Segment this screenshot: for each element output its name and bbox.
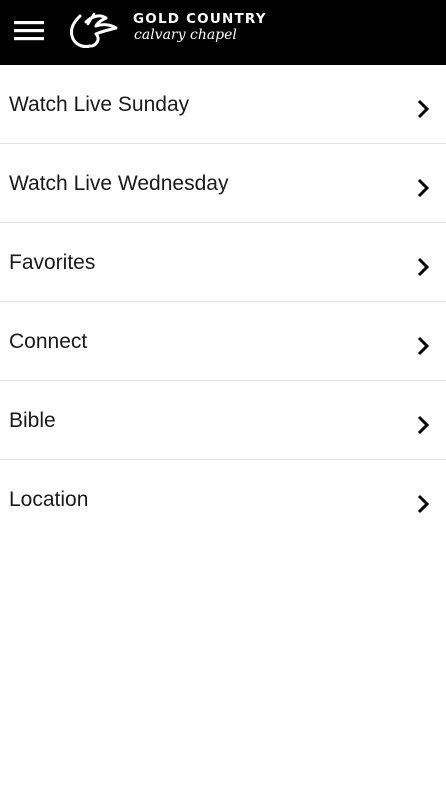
menu-item-label: Location xyxy=(9,488,89,511)
chevron-right-icon xyxy=(416,336,430,356)
chevron-right-icon xyxy=(416,494,430,514)
brand-name: GOLD COUNTRY xyxy=(133,11,267,27)
main-menu-list: Watch Live Sunday Watch Live Wednesday F… xyxy=(0,65,446,539)
menu-item-watch-live-wednesday[interactable]: Watch Live Wednesday xyxy=(0,144,446,223)
dove-icon xyxy=(70,12,118,48)
menu-item-label: Favorites xyxy=(9,251,96,274)
menu-button[interactable] xyxy=(12,18,48,46)
chevron-right-icon xyxy=(416,178,430,198)
menu-item-label: Connect xyxy=(9,330,88,353)
chevron-right-icon xyxy=(416,415,430,435)
menu-item-location[interactable]: Location xyxy=(0,460,446,539)
brand-logo[interactable]: GOLD COUNTRY calvary chapel xyxy=(68,10,328,54)
menu-item-favorites[interactable]: Favorites xyxy=(0,223,446,302)
menu-item-bible[interactable]: Bible xyxy=(0,381,446,460)
menu-item-connect[interactable]: Connect xyxy=(0,302,446,381)
chevron-right-icon xyxy=(416,99,430,119)
hamburger-icon xyxy=(14,21,44,41)
menu-item-label: Bible xyxy=(9,409,56,432)
menu-item-watch-live-sunday[interactable]: Watch Live Sunday xyxy=(0,65,446,144)
app-header: GOLD COUNTRY calvary chapel xyxy=(0,0,446,65)
chevron-right-icon xyxy=(416,257,430,277)
brand-tagline: calvary chapel xyxy=(134,27,237,43)
menu-item-label: Watch Live Wednesday xyxy=(9,172,229,195)
menu-item-label: Watch Live Sunday xyxy=(9,93,190,116)
app-screen: GOLD COUNTRY calvary chapel Watch Live S… xyxy=(0,0,446,800)
